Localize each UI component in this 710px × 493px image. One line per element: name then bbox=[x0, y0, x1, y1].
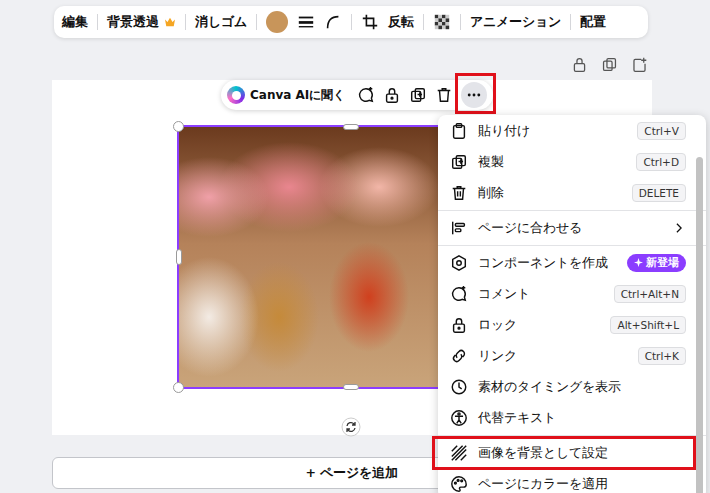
menu-item[interactable]: ページにカラーを適用 bbox=[438, 468, 706, 493]
more-dots-icon bbox=[466, 87, 482, 103]
resize-handle[interactable] bbox=[173, 382, 184, 393]
chevron-right-icon bbox=[672, 221, 686, 235]
menu-item[interactable]: 貼り付け Ctrl+V bbox=[438, 115, 706, 146]
element-toolbar: Canva AIに聞く bbox=[221, 80, 493, 110]
trash-icon[interactable] bbox=[435, 86, 453, 104]
toolbar-button-label: 消しゴム bbox=[195, 14, 247, 31]
menu-divider bbox=[438, 435, 706, 436]
toolbar-button[interactable]: 編集 bbox=[62, 14, 88, 31]
crop-icon[interactable] bbox=[361, 13, 379, 31]
stripes-icon bbox=[450, 444, 468, 462]
toolbar-button-label: 編集 bbox=[62, 14, 88, 31]
resize-handle[interactable] bbox=[343, 384, 359, 390]
menu-item-label: 代替テキスト bbox=[478, 409, 556, 427]
duplicate-icon bbox=[450, 153, 468, 171]
lock-icon[interactable] bbox=[571, 56, 588, 73]
toolbar-button-label: 背景透過 bbox=[107, 14, 159, 31]
toolbar-separator bbox=[97, 14, 98, 30]
image-toolbar: 編集 背景透過 消しゴム 反転 アニメーション 配置 bbox=[54, 6, 648, 38]
toolbar-button[interactable]: 反転 bbox=[388, 14, 414, 31]
canva-ai-icon bbox=[227, 86, 245, 104]
transparency-icon[interactable] bbox=[433, 13, 451, 31]
canva-editor: 編集 背景透過 消しゴム 反転 アニメーション 配置 + ページを追加 Canv… bbox=[0, 0, 710, 493]
resize-handle[interactable] bbox=[173, 121, 184, 132]
align-icon bbox=[450, 219, 468, 237]
toolbar-button[interactable]: 消しゴム bbox=[195, 14, 247, 31]
toolbar-separator bbox=[185, 14, 186, 30]
menu-item-label: 複製 bbox=[478, 153, 504, 171]
component-icon bbox=[450, 254, 468, 272]
menu-item[interactable]: 素材のタイミングを表示 bbox=[438, 371, 706, 402]
menu-item[interactable]: 代替テキスト bbox=[438, 402, 706, 433]
menu-item[interactable]: ページに合わせる bbox=[438, 212, 706, 243]
menu-item-label: 削除 bbox=[478, 184, 504, 202]
toolbar-button-label: 配置 bbox=[580, 14, 606, 31]
context-menu: 貼り付け Ctrl+V 複製 Ctrl+D 削除 DELETE ページに合わせる… bbox=[438, 115, 706, 493]
clipboard-icon bbox=[450, 122, 468, 140]
color-swatch[interactable] bbox=[266, 11, 288, 33]
menu-item[interactable]: コンポーネントを作成 新登場 bbox=[438, 247, 706, 278]
shortcut-key: Ctrl+Alt+N bbox=[614, 285, 686, 303]
toolbar-button[interactable]: 配置 bbox=[580, 14, 606, 31]
canva-ai-label: Canva AIに聞く bbox=[250, 87, 345, 104]
menu-item-label: ページに合わせる bbox=[478, 219, 582, 237]
menu-item-label: 貼り付け bbox=[478, 122, 530, 140]
duplicate-icon[interactable] bbox=[409, 86, 427, 104]
palette-icon bbox=[450, 475, 468, 493]
resize-handle[interactable] bbox=[343, 124, 359, 130]
toolbar-button[interactable]: アニメーション bbox=[470, 14, 561, 31]
comment-icon bbox=[450, 285, 468, 303]
sparkle-icon bbox=[634, 258, 643, 267]
lock-icon[interactable] bbox=[383, 86, 401, 104]
new-badge: 新登場 bbox=[627, 254, 686, 272]
toolbar-separator bbox=[460, 14, 461, 30]
canva-ai-button[interactable]: Canva AIに聞く bbox=[227, 86, 345, 104]
shortcut-key: Ctrl+K bbox=[638, 347, 686, 365]
menu-item[interactable]: 複製 Ctrl+D bbox=[438, 146, 706, 177]
link-icon bbox=[450, 347, 468, 365]
menu-divider bbox=[438, 245, 706, 246]
menu-item-label: コンポーネントを作成 bbox=[478, 254, 608, 272]
menu-scrollbar[interactable] bbox=[696, 157, 703, 493]
menu-item[interactable]: 削除 DELETE bbox=[438, 177, 706, 208]
crown-icon bbox=[164, 17, 176, 27]
toolbar-button-label: 反転 bbox=[388, 14, 414, 31]
toolbar-separator bbox=[256, 14, 257, 30]
menu-item[interactable]: コメント Ctrl+Alt+N bbox=[438, 278, 706, 309]
shortcut-key: Alt+Shift+L bbox=[610, 316, 686, 334]
rotate-icon[interactable] bbox=[341, 417, 361, 437]
menu-item-label: 素材のタイミングを表示 bbox=[478, 378, 621, 396]
add-page-icon[interactable] bbox=[631, 56, 648, 73]
shortcut-key: DELETE bbox=[632, 184, 686, 202]
toolbar-separator bbox=[423, 14, 424, 30]
menu-item[interactable]: ロック Alt+Shift+L bbox=[438, 309, 706, 340]
shortcut-key: Ctrl+D bbox=[636, 153, 686, 171]
menu-item-label: コメント bbox=[478, 285, 530, 303]
menu-item-label: ページにカラーを適用 bbox=[478, 475, 608, 493]
clock-icon bbox=[450, 378, 468, 396]
toolbar-separator bbox=[351, 14, 352, 30]
more-button[interactable] bbox=[461, 82, 487, 108]
menu-item-label: ロック bbox=[478, 316, 517, 334]
menu-item-label: リンク bbox=[478, 347, 517, 365]
toolbar-button[interactable]: 背景透過 bbox=[107, 14, 176, 31]
menu-divider bbox=[438, 210, 706, 211]
menu-item[interactable]: リンク Ctrl+K bbox=[438, 340, 706, 371]
resize-handle[interactable] bbox=[176, 249, 182, 265]
trash-icon bbox=[450, 184, 468, 202]
accessibility-icon bbox=[450, 409, 468, 427]
line-weight-icon[interactable] bbox=[297, 13, 315, 31]
duplicate-page-icon[interactable] bbox=[601, 56, 618, 73]
add-comment-icon[interactable] bbox=[357, 86, 375, 104]
lock-icon bbox=[450, 316, 468, 334]
menu-item[interactable]: 画像を背景として設定 bbox=[438, 437, 706, 468]
shortcut-key: Ctrl+V bbox=[637, 122, 686, 140]
menu-item-label: 画像を背景として設定 bbox=[478, 444, 608, 462]
toolbar-separator bbox=[570, 14, 571, 30]
page-actions bbox=[0, 56, 710, 74]
corner-curve-icon[interactable] bbox=[324, 13, 342, 31]
toolbar-button-label: アニメーション bbox=[470, 14, 561, 31]
